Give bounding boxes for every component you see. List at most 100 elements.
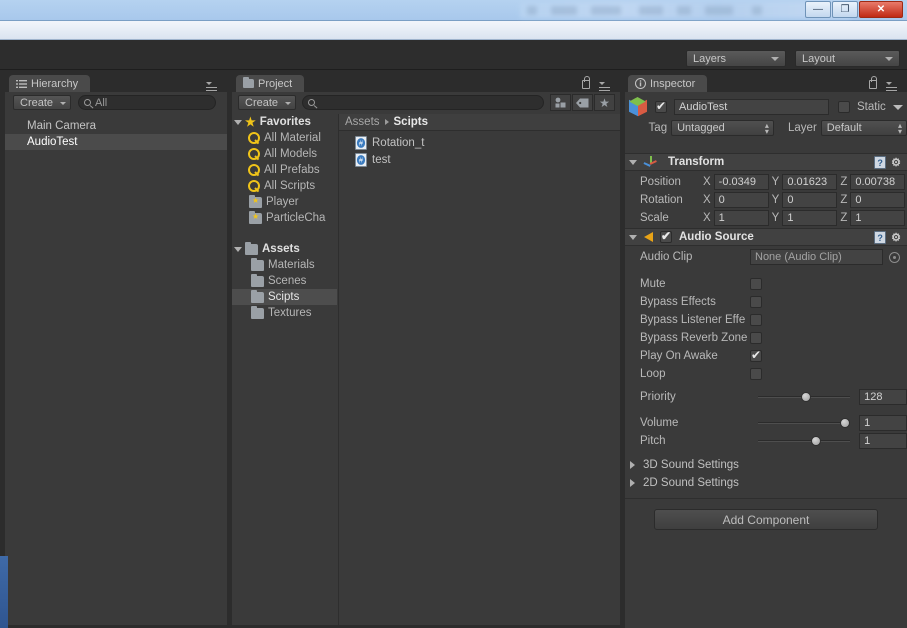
hierarchy-panel-menu-icon[interactable] bbox=[206, 78, 222, 94]
help-icon[interactable]: ? bbox=[874, 230, 887, 244]
hierarchy-item-audiotest[interactable]: AudioTest bbox=[5, 134, 227, 150]
scale-x-field[interactable]: 1 bbox=[713, 210, 769, 226]
project-lock-icon[interactable] bbox=[582, 76, 590, 89]
project-create-button[interactable]: Create bbox=[238, 95, 296, 110]
axis-z-label: Z bbox=[840, 194, 848, 206]
project-favorite-particlecha[interactable]: ParticleCha bbox=[232, 210, 337, 226]
chevron-down-icon[interactable] bbox=[629, 159, 637, 165]
tab-inspector[interactable]: Inspector bbox=[628, 75, 708, 92]
project-panel-menu-icon[interactable] bbox=[599, 78, 615, 94]
audiosource-title: Audio Source bbox=[679, 231, 754, 243]
layer-dropdown[interactable]: Default ▴ ▾ bbox=[820, 120, 907, 136]
inspector-panel-menu-icon[interactable] bbox=[886, 78, 902, 94]
rotation-x-field[interactable]: 0 bbox=[713, 192, 769, 208]
audio-clip-row: Audio Clip None (Audio Clip) bbox=[624, 248, 907, 266]
bypass-listener-effects-checkbox[interactable] bbox=[750, 314, 762, 326]
scale-z-field[interactable]: 1 bbox=[850, 210, 906, 226]
project-panel: Project Create ★ ★ Favorites All Materia… bbox=[232, 73, 620, 625]
hierarchy-item-main-camera[interactable]: Main Camera bbox=[5, 118, 227, 134]
position-y-field[interactable]: 0.01623 bbox=[782, 174, 838, 190]
gameobject-enabled-checkbox[interactable] bbox=[655, 99, 667, 113]
project-favorite-all-prefabs[interactable]: All Prefabs bbox=[232, 162, 337, 178]
mute-checkbox[interactable] bbox=[750, 278, 762, 290]
pitch-value-field[interactable]: 1 bbox=[859, 433, 907, 449]
folder-icon bbox=[251, 257, 264, 271]
rotation-y-field[interactable]: 0 bbox=[782, 192, 838, 208]
project-search-input[interactable] bbox=[302, 95, 544, 110]
volume-value-field[interactable]: 1 bbox=[859, 415, 907, 431]
chevron-right-icon bbox=[630, 461, 635, 469]
scale-y-field[interactable]: 1 bbox=[782, 210, 838, 226]
tab-project[interactable]: Project bbox=[236, 75, 305, 92]
add-component-label: Add Component bbox=[722, 512, 810, 527]
layers-dropdown[interactable]: Layers bbox=[686, 50, 786, 67]
gameobject-header: AudioTest Static bbox=[624, 96, 907, 118]
taskbar-edge bbox=[0, 556, 8, 628]
hierarchy-search-input[interactable]: All bbox=[78, 95, 216, 110]
minimize-button[interactable]: — bbox=[805, 1, 831, 18]
chevron-down-icon[interactable] bbox=[892, 104, 903, 110]
hierarchy-create-button[interactable]: Create bbox=[13, 95, 71, 110]
panel-divider-right[interactable] bbox=[620, 70, 625, 628]
project-folder-scipts[interactable]: Scipts bbox=[232, 289, 337, 305]
project-tree-favorites[interactable]: ★ Favorites bbox=[232, 114, 337, 130]
filter-by-type-icon[interactable] bbox=[550, 94, 571, 111]
chevron-down-icon bbox=[60, 102, 66, 105]
foldout-2d-sound-settings[interactable]: 2D Sound Settings bbox=[630, 477, 739, 489]
project-favorite-player[interactable]: Player bbox=[232, 194, 337, 210]
gear-icon[interactable]: ⚙ bbox=[891, 231, 901, 244]
position-z-field[interactable]: 0.00738 bbox=[850, 174, 906, 190]
project-tree-assets[interactable]: Assets bbox=[232, 241, 337, 257]
project-favorite-label: All Material bbox=[264, 132, 321, 144]
folder-icon bbox=[245, 241, 258, 255]
project-folder-scenes[interactable]: Scenes bbox=[232, 273, 337, 289]
add-component-button[interactable]: Add Component bbox=[654, 509, 878, 530]
chevron-down-icon[interactable] bbox=[629, 234, 637, 240]
project-favorite-label: All Scripts bbox=[264, 180, 316, 192]
bypass-effects-checkbox[interactable] bbox=[750, 296, 762, 308]
favorites-filter-icon[interactable]: ★ bbox=[594, 94, 615, 111]
volume-slider[interactable] bbox=[757, 416, 851, 430]
audio-clip-field[interactable]: None (Audio Clip) bbox=[750, 249, 883, 265]
maximize-button[interactable]: ❐ bbox=[832, 1, 858, 18]
audiosource-enabled-checkbox[interactable] bbox=[660, 229, 672, 243]
play-on-awake-checkbox[interactable] bbox=[750, 348, 762, 362]
asset-item-rotation-t[interactable]: Rotation_t bbox=[339, 134, 620, 151]
project-favorite-all-models[interactable]: All Models bbox=[232, 146, 337, 162]
hierarchy-item-label: Main Camera bbox=[27, 120, 97, 132]
close-button[interactable]: ✕ bbox=[859, 1, 903, 18]
mute-row: Mute bbox=[624, 275, 907, 293]
bypass-reverb-zones-checkbox[interactable] bbox=[750, 332, 762, 344]
breadcrumb-root[interactable]: Assets bbox=[345, 116, 380, 128]
rotation-z-field[interactable]: 0 bbox=[850, 192, 906, 208]
priority-slider[interactable] bbox=[757, 390, 851, 404]
project-folder-textures[interactable]: Textures bbox=[232, 305, 337, 321]
project-favorite-all-scripts[interactable]: All Scripts bbox=[232, 178, 337, 194]
pitch-slider[interactable] bbox=[757, 434, 851, 448]
tag-dropdown[interactable]: Untagged ▴ ▾ bbox=[671, 120, 774, 136]
gear-icon[interactable]: ⚙ bbox=[891, 156, 901, 169]
transform-component-header[interactable]: Transform ? ⚙ bbox=[624, 153, 907, 171]
layout-dropdown-label: Layout bbox=[802, 52, 836, 65]
project-folder-materials[interactable]: Materials bbox=[232, 257, 337, 273]
help-icon[interactable]: ? bbox=[874, 155, 887, 169]
volume-label: Volume bbox=[640, 417, 679, 429]
priority-value-field[interactable]: 128 bbox=[859, 389, 907, 405]
tab-hierarchy[interactable]: Hierarchy bbox=[9, 75, 91, 92]
object-picker-icon[interactable] bbox=[889, 251, 900, 263]
static-checkbox[interactable] bbox=[838, 101, 850, 113]
layout-dropdown[interactable]: Layout bbox=[795, 50, 900, 67]
panel-divider-left[interactable] bbox=[227, 70, 232, 628]
position-x-field[interactable]: -0.0349 bbox=[713, 174, 769, 190]
gameobject-name-field[interactable]: AudioTest bbox=[674, 99, 829, 115]
loop-checkbox[interactable] bbox=[750, 368, 762, 380]
volume-row: Volume 1 bbox=[624, 414, 907, 432]
asset-item-test[interactable]: test bbox=[339, 151, 620, 168]
foldout-3d-sound-settings[interactable]: 3D Sound Settings bbox=[630, 459, 739, 471]
project-favorite-all-materials[interactable]: All Material bbox=[232, 130, 337, 146]
audiosource-component-header[interactable]: Audio Source ? ⚙ bbox=[624, 228, 907, 246]
filter-by-label-icon[interactable] bbox=[572, 94, 593, 111]
bypass-effects-label: Bypass Effects bbox=[640, 296, 716, 308]
folder-icon bbox=[251, 273, 264, 287]
inspector-lock-icon[interactable] bbox=[869, 76, 877, 89]
